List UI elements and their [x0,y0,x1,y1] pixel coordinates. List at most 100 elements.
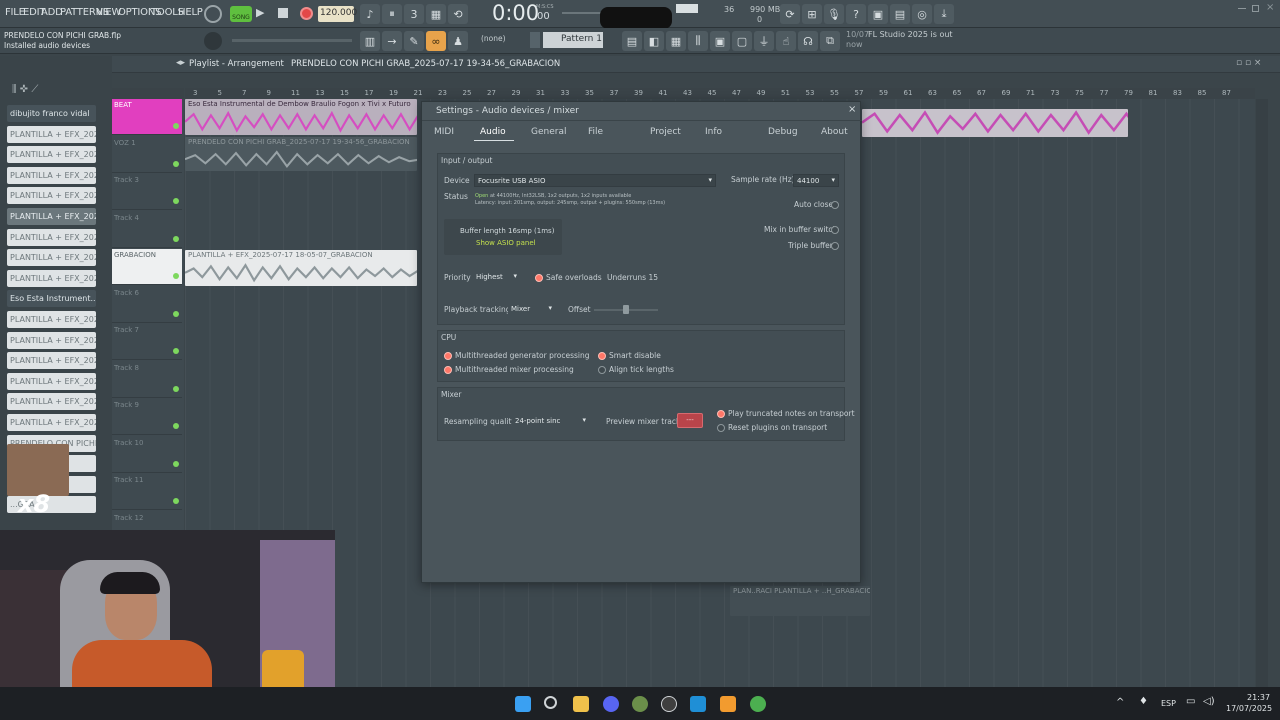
pattern-list-item[interactable]: PLANTILLA + EFX_2025-0... [7,393,96,411]
step-edit-icon[interactable]: ▦ [426,4,446,24]
loop-record-icon[interactable]: ⟲ [448,4,468,24]
safe-overloads-radio[interactable] [535,274,543,282]
tempo-display[interactable]: 120.000 [318,6,357,22]
pattern-list-item[interactable]: PLANTILLA + EFX_2025-0... [7,249,96,267]
playback-tracking-dropdown[interactable]: Mixer ▾ [508,303,554,316]
pattern-list-item[interactable]: PLANTILLA + EFX_2025-0... [7,352,96,370]
mixer-view-icon[interactable]: ⫼ [688,31,708,51]
track-enable-led[interactable] [173,273,179,279]
touch-icon[interactable]: ☝ [776,31,796,51]
master-volume-slider[interactable] [232,39,352,42]
clip-beat[interactable]: Eso Esta Instrumental de Dembow Braulio … [185,99,417,135]
save-icon[interactable]: ▣ [868,4,888,24]
mix-in-buffer-radio[interactable] [831,226,839,234]
language-indicator[interactable]: ESP [1161,699,1176,708]
volume-icon[interactable]: ◁) [1203,696,1215,707]
obs-icon[interactable] [661,696,677,712]
clock-date[interactable]: 17/07/2025 [1226,704,1272,713]
buffer-box[interactable]: Buffer length 16smp (1ms) Show ASIO pane… [444,219,562,255]
plug-icon[interactable]: ⏚ [754,31,774,51]
device-dropdown[interactable]: Focusrite USB ASIO ▾ [474,174,716,187]
fl-studio-icon[interactable] [720,696,736,712]
pattern-list-item[interactable]: Eso Esta Instrument... [7,290,96,308]
priority-dropdown[interactable]: Highest ▾ [473,271,519,284]
multi-gen-radio[interactable] [444,352,452,360]
piano-roll-view-icon[interactable]: ▣ [710,31,730,51]
pattern-list-item[interactable]: PLANTILLA + EFX_2025-0... [7,414,96,431]
song-time-display[interactable]: 0:00 [492,1,539,25]
tab-file[interactable]: File [588,127,603,137]
wait-input-icon[interactable]: ⏸ [382,4,402,24]
tab-midi[interactable]: MIDI [434,127,454,137]
headphone-icon[interactable]: ☊ [798,31,818,51]
arrow-icon[interactable]: → [382,31,402,51]
plugin-picker-icon[interactable]: ▤ [890,4,910,24]
track-enable-led[interactable] [173,460,179,467]
countdown-icon[interactable]: 3 [404,4,424,24]
file-explorer-icon[interactable] [573,696,589,712]
pattern-list-item[interactable]: PLANTILLA + EFX_2025-0... [7,166,96,184]
clip-grabacion[interactable]: PLANTILLA + EFX_2025-07-17 18-05-07_GRAB… [185,250,417,286]
play-truncated-radio[interactable] [717,410,725,418]
app-icon-5[interactable] [632,696,648,712]
resampling-dropdown[interactable]: 24-point sinc ▾ [512,415,588,428]
track-enable-led[interactable] [173,498,179,504]
show-asio-panel-link[interactable]: Show ASIO panel [476,239,536,247]
multi-mix-radio[interactable] [444,366,452,374]
tray-chevron-up-icon[interactable]: ^ [1116,697,1124,708]
smart-disable-radio[interactable] [598,352,606,360]
clip-beat-right[interactable] [862,109,1128,137]
track-enable-led[interactable] [173,235,179,242]
clip-voz[interactable]: PRENDELO CON PICHI GRAB_2025-07-17 19-34… [185,137,417,171]
download-icon[interactable]: ⤓ [934,4,954,24]
pattern-list-item[interactable]: PLANTILLA + EFX_2025-0... [7,331,96,349]
track-enable-led[interactable] [173,198,179,204]
menu-help[interactable]: HELP [178,7,203,18]
piano-roll-icon[interactable]: ▥ [360,31,380,51]
stop-icon[interactable] [278,8,288,18]
help-icon[interactable]: ? [846,4,866,24]
plugin-icon[interactable]: ▢ [732,31,752,51]
pattern-list-item[interactable]: PLANTILLA + EFX_2025-0... [7,125,96,143]
tab-info[interactable]: Info [705,127,722,137]
picker-toolbar-icon[interactable]: ⫼ ✜ ⟋ [12,84,38,95]
pattern-list-item[interactable]: PLANTILLA + EFX_2025-0... [7,208,96,225]
search-icon[interactable] [544,696,557,709]
minimize-icon[interactable] [1238,8,1246,9]
track-enable-led[interactable] [173,348,179,354]
track-header[interactable]: Track 11 [112,474,182,510]
track-header[interactable]: Track 9 [112,399,182,435]
pattern-list-item[interactable]: PLANTILLA + EFX_2025-0... [7,311,96,328]
preview-mixer-track-button[interactable]: --- [677,413,703,428]
news-text[interactable]: FL Studio 2025 is out [868,30,953,39]
close-app-icon[interactable]: × [1266,2,1274,13]
playlist-menu-icon[interactable]: ◂▸ [176,58,185,68]
microphone-icon[interactable]: 🎙 [824,4,844,24]
track-header[interactable]: BEAT [112,99,182,135]
mixer-icon[interactable]: ⊞ [802,4,822,24]
clip-lower[interactable]: PLAN..RACI PLANTILLA + ..H_GRABACION [730,586,870,616]
menu-file[interactable]: FILE [5,7,25,18]
track-header[interactable]: VOZ 1 [112,137,182,173]
auto-close-radio[interactable] [831,201,839,209]
track-header[interactable]: Track 3 [112,174,182,210]
playlist-icon[interactable]: ▤ [622,31,642,51]
align-tick-radio[interactable] [598,366,606,374]
pattern-dropdown-arrow-icon[interactable] [530,32,540,48]
track-enable-led[interactable] [173,423,179,429]
timeline-ruler[interactable]: 3 5 7 9 11 13 15 17 19 21 23 25 27 29 31 33 35 37 39 41 43 45… [185,88,1255,99]
render-icon[interactable]: ⧉ [820,31,840,51]
track-enable-led[interactable] [173,385,179,392]
pattern-list-item[interactable]: PLANTILLA + EFX_2025-0... [7,228,96,246]
tab-about[interactable]: About [821,127,848,137]
notepad-icon[interactable] [690,696,706,712]
pattern-selector[interactable]: Pattern 1 [543,32,603,48]
track-header[interactable]: Track 4 [112,212,182,248]
tab-project[interactable]: Project [650,127,681,137]
triple-buffer-radio[interactable] [831,242,839,250]
start-menu-icon[interactable] [515,696,531,712]
track-header[interactable]: Track 6 [112,287,182,323]
offset-slider-handle[interactable] [623,305,629,314]
playlist-vertical-scrollbar[interactable] [1256,99,1268,687]
maximize-icon[interactable] [1252,5,1259,12]
